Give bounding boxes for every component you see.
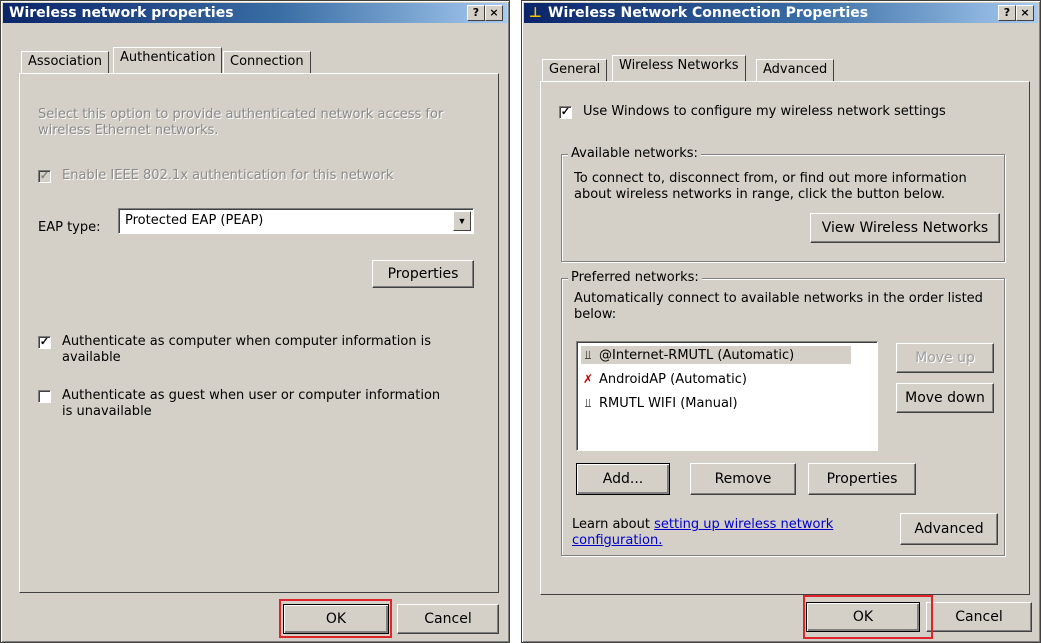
available-networks-legend: Available networks: [568,146,701,162]
available-networks-description: To connect to, disconnect from, or find … [574,171,967,202]
tab-authentication[interactable]: Authentication [113,47,223,73]
right-cancel-button[interactable]: Cancel [926,602,1032,632]
auth-computer-checkbox[interactable]: ✓ [38,336,51,349]
network-properties-button[interactable]: Properties [808,463,916,495]
auth-guest-checkbox[interactable] [38,390,51,403]
list-item[interactable]: ⫫ @Internet-RMUTL (Automatic) [581,346,851,364]
right-dialog-title: Wireless Network Connection Properties [548,5,869,21]
learn-about-text: Learn about setting up wireless network … [572,517,834,548]
eap-type-select[interactable]: Protected EAP (PEAP) ▼ [118,208,474,234]
right-close-button[interactable]: × [1016,5,1034,21]
available-networks-group: Available networks: To connect to, disco… [561,146,1005,262]
wireless-network-connection-properties-dialog: ⊥ Wireless Network Connection Properties… [521,0,1041,643]
eap-properties-button[interactable]: Properties [372,260,474,288]
wireless-networks-panel: ✓ Use Windows to configure my wireless n… [540,81,1030,595]
eap-type-label: EAP type: [38,220,101,235]
left-ok-button[interactable]: OK [283,604,389,634]
use-windows-checkbox[interactable]: ✓ [559,106,572,119]
antenna-icon: ⫫ [584,348,592,362]
right-help-button[interactable]: ? [998,5,1016,21]
move-up-button[interactable]: Move up [896,343,994,373]
auth-computer-label[interactable]: Authenticate as computer when computer i… [62,334,442,366]
auth-description: Select this option to provide authentica… [38,107,444,138]
antenna-error-icon: ✗ [582,372,594,386]
left-title-bar[interactable]: Wireless network properties ? × [3,3,507,23]
auth-guest-label[interactable]: Authenticate as guest when user or compu… [62,388,452,420]
remove-network-button[interactable]: Remove [690,463,796,495]
preferred-networks-list[interactable]: ⫫ @Internet-RMUTL (Automatic) ✗ AndroidAP … [576,341,878,451]
move-down-button[interactable]: Move down [896,383,994,413]
tab-general[interactable]: General [542,59,608,82]
right-title-bar[interactable]: ⊥ Wireless Network Connection Properties… [524,3,1038,23]
left-help-button[interactable]: ? [467,5,485,21]
tab-wireless-networks[interactable]: Wireless Networks [612,55,746,81]
list-item[interactable]: ⫫ RMUTL WIFI (Manual) [581,394,738,412]
left-dialog-title: Wireless network properties [9,5,234,21]
view-wireless-networks-button[interactable]: View Wireless Networks [810,213,1000,243]
tab-connection[interactable]: Connection [223,51,311,74]
tab-advanced[interactable]: Advanced [756,59,835,82]
eap-type-value: Protected EAP (PEAP) [125,213,264,228]
preferred-networks-legend: Preferred networks: [568,270,702,286]
preferred-networks-group: Preferred networks: Automatically connec… [561,270,1005,556]
wireless-network-properties-dialog: Wireless network properties ? × Associat… [0,0,510,643]
left-close-button[interactable]: × [485,5,503,21]
use-windows-label[interactable]: Use Windows to configure my wireless net… [583,104,946,120]
antenna-icon: ⫫ [584,396,592,410]
network-antenna-icon: ⊥ [529,5,542,21]
list-item[interactable]: ✗ AndroidAP (Automatic) [581,370,747,388]
chevron-down-icon[interactable]: ▼ [453,211,471,231]
right-ok-button[interactable]: OK [806,602,920,632]
advanced-button[interactable]: Advanced [900,513,998,545]
preferred-networks-description: Automatically connect to available netwo… [574,291,983,322]
add-network-button[interactable]: Add... [576,463,670,495]
enable-8021x-checkbox: ✓ [38,170,51,183]
enable-8021x-label: Enable IEEE 802.1x authentication for th… [62,168,394,183]
tab-association[interactable]: Association [21,51,110,74]
left-cancel-button[interactable]: Cancel [397,604,499,634]
authentication-panel: Select this option to provide authentica… [19,73,499,593]
